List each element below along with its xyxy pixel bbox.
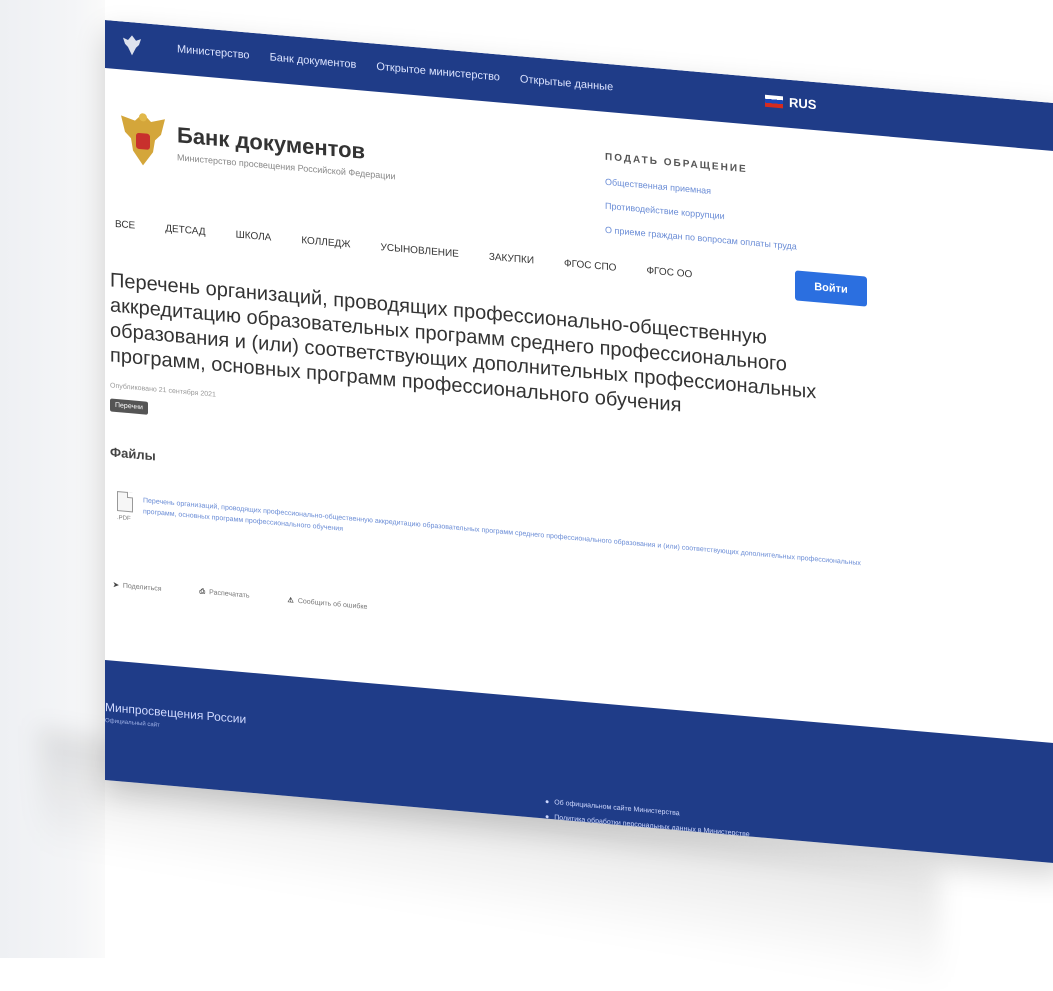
share-icon: ➤ (113, 581, 119, 590)
appeal-block: ПОДАТЬ ОБРАЩЕНИЕ Общественная приемная П… (605, 152, 875, 259)
category-procurement[interactable]: ЗАКУПКИ (489, 252, 534, 267)
print-action[interactable]: ⎙ Распечатать (200, 588, 250, 600)
category-college[interactable]: КОЛЛЕДЖ (301, 235, 350, 250)
files-heading: Файлы (110, 444, 156, 464)
top-navigation: Министерство Банк документов Открытое ми… (177, 43, 613, 93)
document-actions: ➤ Поделиться ⎙ Распечатать ⚠ Сообщить об ош… (113, 581, 367, 611)
document-file-icon (117, 491, 133, 513)
document-date: Опубликовано 21 сентября 2021 (110, 382, 216, 399)
file-download-link[interactable]: Перечень организаций, проводящих професс… (143, 495, 883, 582)
category-fgos-spo[interactable]: ФГОС СПО (564, 258, 616, 274)
language-switch[interactable]: RUS (765, 93, 817, 113)
document-title: Перечень организаций, проводящих професс… (110, 269, 817, 417)
bullet-icon: ● (545, 798, 550, 806)
category-all[interactable]: ВСЕ (115, 219, 135, 232)
website-screen: Министерство Банк документов Открытое ми… (105, 20, 1053, 864)
topnav-item-open-data[interactable]: Открытые данные (520, 73, 613, 93)
topnav-item-open-ministry[interactable]: Открытое министерство (376, 61, 500, 84)
category-school[interactable]: ШКОЛА (236, 229, 272, 243)
share-action[interactable]: ➤ Поделиться (113, 581, 162, 593)
emblem-icon[interactable] (119, 31, 145, 59)
coat-of-arms-icon[interactable] (115, 105, 171, 174)
category-fgos-oo[interactable]: ФГОС ОО (646, 265, 692, 280)
topnav-item-doc-bank[interactable]: Банк документов (270, 51, 357, 71)
login-button[interactable]: Войти (795, 270, 867, 307)
file-type-label: .PDF (117, 515, 131, 523)
category-adoption[interactable]: УСЫНОВЛЕНИЕ (381, 242, 459, 260)
file-list-item[interactable]: .PDF Перечень организаций, проводящих пр… (117, 491, 897, 567)
error-icon: ⚠ (287, 596, 294, 605)
language-label: RUS (789, 94, 817, 113)
category-kindergarten[interactable]: ДЕТСАД (165, 223, 205, 238)
russian-flag-icon (765, 94, 783, 108)
print-icon: ⎙ (199, 588, 206, 596)
document-tag-badge[interactable]: Перечни (110, 398, 148, 415)
report-error-action[interactable]: ⚠ Сообщить об ошибке (288, 596, 368, 611)
footer-subtitle: Официальный сайт (105, 718, 160, 729)
topnav-item-ministry[interactable]: Министерство (177, 43, 250, 61)
